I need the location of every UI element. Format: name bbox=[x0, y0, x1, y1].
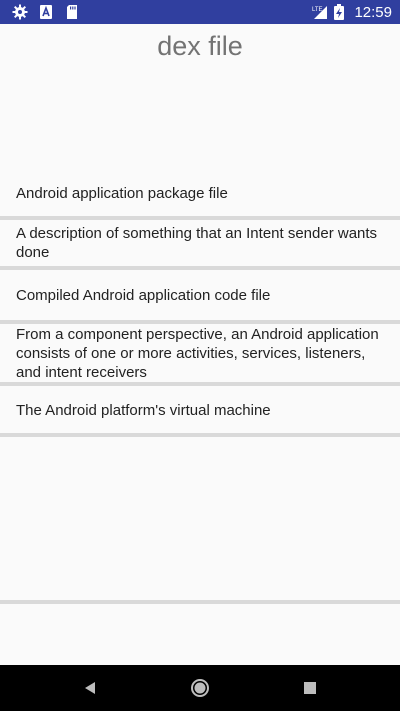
answer-option-3[interactable]: Compiled Android application code file bbox=[0, 270, 400, 320]
divider bbox=[0, 600, 400, 604]
battery-charging-icon bbox=[334, 4, 345, 20]
signal-lte-icon: LTE bbox=[312, 4, 328, 20]
home-icon[interactable] bbox=[188, 676, 212, 700]
status-time: 12:59 bbox=[354, 3, 392, 21]
answer-option-label: A description of something that an Inten… bbox=[16, 225, 378, 261]
gear-icon bbox=[12, 4, 28, 20]
svg-text:LTE: LTE bbox=[312, 7, 323, 13]
answer-option-label: Android application package file bbox=[16, 184, 228, 202]
answer-option-1[interactable]: Android application package file bbox=[0, 170, 400, 216]
text-a-icon bbox=[38, 4, 54, 20]
answer-option-5[interactable]: The Android platform's virtual machine bbox=[0, 386, 400, 434]
quiz-screen: LTE 12:59 dex file Android application p… bbox=[0, 0, 400, 711]
sd-card-icon bbox=[64, 4, 80, 20]
status-bar: LTE 12:59 bbox=[0, 0, 400, 24]
answer-option-4[interactable]: From a component perspective, an Android… bbox=[0, 324, 400, 382]
answer-option-2[interactable]: A description of something that an Inten… bbox=[0, 220, 400, 266]
answer-option-label: Compiled Android application code file bbox=[16, 286, 271, 304]
recents-icon[interactable] bbox=[298, 676, 322, 700]
navigation-bar bbox=[0, 665, 400, 711]
question-title: dex file bbox=[157, 31, 243, 61]
divider bbox=[0, 433, 400, 437]
back-icon[interactable] bbox=[78, 676, 102, 700]
answer-option-label: From a component perspective, an Android… bbox=[16, 325, 379, 381]
answer-option-label: The Android platform's virtual machine bbox=[16, 401, 271, 419]
